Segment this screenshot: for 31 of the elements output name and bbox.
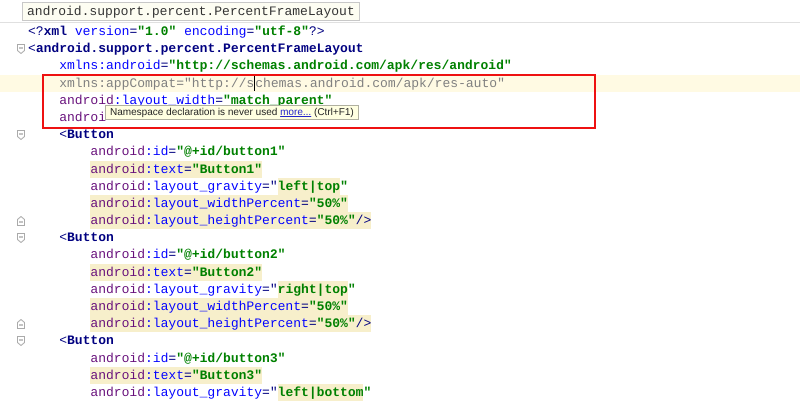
- code-line: android:layout_gravity="left|bottom": [89, 384, 372, 402]
- fold-marker-icon[interactable]: [17, 216, 25, 226]
- code-line: <Button: [58, 332, 114, 350]
- more-link[interactable]: more...: [280, 107, 312, 118]
- code-line: android:text="Button2": [89, 264, 262, 281]
- code-line: android:layout_heightPercent="50%"/>: [89, 315, 372, 332]
- code-line: android:id="@+id/button3": [89, 350, 286, 367]
- tooltip-text: Namespace declaration is never used more... (Ctrl+F1): [110, 107, 354, 118]
- code-line: android:layout_gravity="right|top": [89, 280, 356, 298]
- fold-marker-icon[interactable]: [17, 336, 25, 346]
- fold-marker-icon[interactable]: [17, 232, 25, 243]
- fold-marker-icon[interactable]: [17, 44, 25, 54]
- code-line: xmlns:android="http://schemas.android.com/apk/res/android": [58, 57, 512, 75]
- breadcrumb[interactable]: android.support.percent.PercentFrameLayout: [22, 2, 360, 20]
- code-line: android:text="Button1": [89, 160, 262, 178]
- code-line: android:text="Button3": [89, 366, 262, 384]
- fold-marker-icon[interactable]: [17, 130, 25, 140]
- code-line: <Button: [58, 126, 114, 144]
- code-line: androi: [58, 108, 106, 126]
- code-line: <android.support.percent.PercentFrameLayout: [28, 40, 364, 58]
- code-line: android:layout_widthPercent="50%": [89, 194, 348, 212]
- code-line: <Button: [58, 229, 114, 246]
- code-line: android:id="@+id/button2": [89, 246, 286, 264]
- code-line: android:layout_width="match_parent": [58, 92, 332, 108]
- code-line: android:layout_widthPercent="50%": [89, 298, 348, 316]
- code-line: <?xml version="1.0" encoding="utf-8"?>: [28, 23, 325, 40]
- code-line: android:layout_gravity="left|top": [89, 178, 348, 195]
- code-line: android:layout_heightPercent="50%"/>: [89, 212, 372, 230]
- code-line: xmlns:appCompat="http://s chemas.android.com/apk/res-auto": [58, 74, 505, 92]
- code-line: android:id="@+id/button1": [89, 143, 286, 161]
- fold-marker-icon[interactable]: [17, 318, 25, 329]
